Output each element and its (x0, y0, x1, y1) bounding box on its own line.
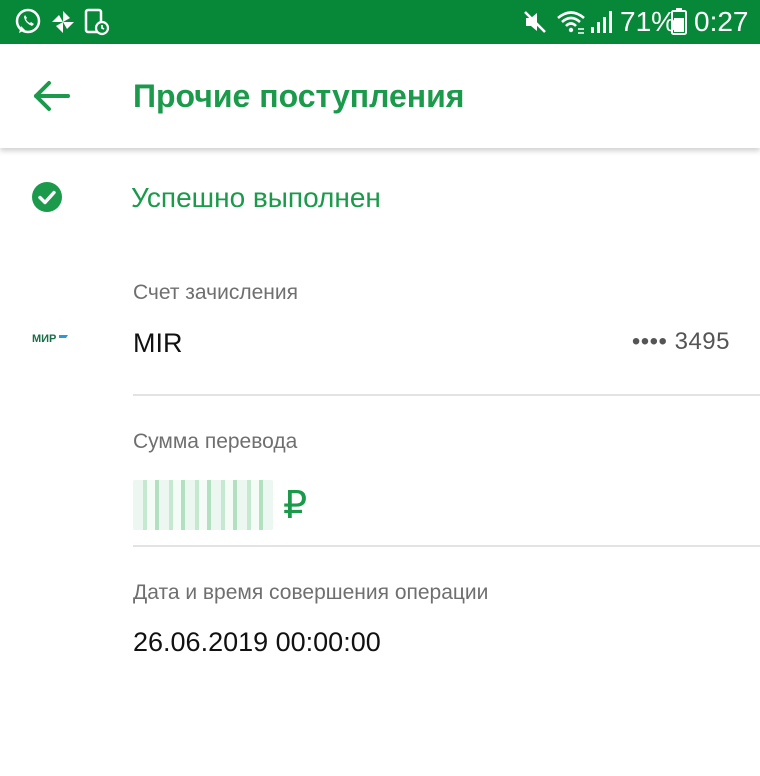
page-title: Прочие поступления (133, 78, 465, 114)
card-number-masked: •••• 3495 (631, 328, 730, 355)
amount-redacted (133, 480, 273, 530)
battery-icon (671, 8, 687, 35)
clock-time: 0:27 (694, 6, 749, 37)
datetime-label: Дата и время совершения операции (133, 581, 489, 604)
status-bar: 71% 0:27 (0, 0, 760, 44)
mir-logo-icon: МИ Р (32, 333, 68, 345)
status-text: Успешно выполнен (131, 182, 381, 213)
datetime-value: 26.06.2019 00:00:00 (133, 627, 381, 657)
pinwheel-icon (52, 11, 74, 33)
doc-clock-icon (84, 8, 110, 36)
card-name: MIR (133, 328, 183, 358)
arrow-left-icon (34, 81, 70, 111)
divider (133, 545, 760, 547)
amount-value: ₽ (133, 478, 433, 534)
operation-status: Успешно выполнен (0, 176, 760, 220)
svg-text:Р: Р (49, 333, 56, 345)
currency-symbol: ₽ (283, 485, 308, 527)
operation-details: Успешно выполнен Счет зачисления МИ Р MI… (0, 148, 760, 776)
amount-label: Сумма перевода (133, 430, 298, 453)
signal-icon (591, 11, 612, 33)
wifi-icon (557, 11, 585, 34)
mute-icon (524, 11, 546, 33)
account-label: Счет зачисления (133, 281, 298, 304)
back-button[interactable] (22, 70, 82, 122)
app-bar: Прочие поступления (0, 44, 760, 148)
whatsapp-icon (15, 8, 41, 34)
divider (133, 394, 760, 396)
check-circle-icon (32, 182, 62, 212)
svg-text:МИ: МИ (32, 333, 49, 345)
battery-percent: 71% (620, 6, 677, 37)
